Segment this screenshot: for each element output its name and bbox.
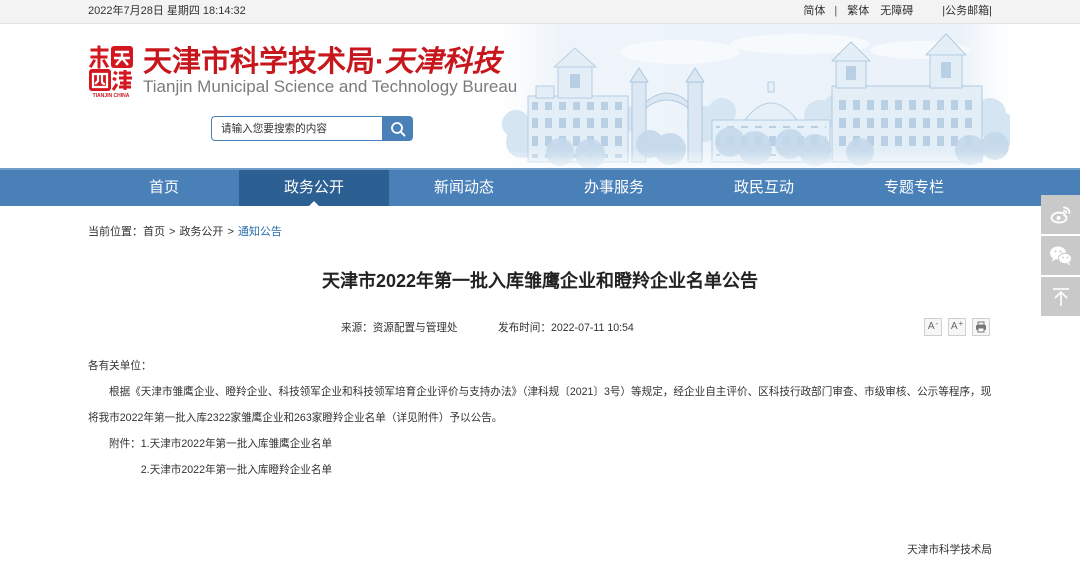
site-title-main: 天津市科学技术局 xyxy=(143,46,376,78)
font-larger-letter: A xyxy=(950,321,958,332)
site-logo[interactable]: TIANJIN CHINA xyxy=(88,45,134,99)
nav-item-interaction[interactable]: 政民互动 xyxy=(689,170,839,206)
search-button[interactable] xyxy=(382,116,413,141)
breadcrumb-separator: > xyxy=(227,226,234,238)
date-label: 发布时间： xyxy=(498,322,551,334)
breadcrumb-item-notices[interactable]: 通知公告 xyxy=(238,226,282,238)
main-nav: 首页 政务公开 新闻动态 办事服务 政民互动 专题专栏 xyxy=(0,168,1080,206)
font-larger-button[interactable]: A + xyxy=(948,318,966,336)
attachment-link[interactable]: 2.天津市2022年第一批入库瞪羚企业名单 xyxy=(141,457,332,483)
breadcrumb-prefix: 当前位置： xyxy=(88,226,143,238)
article-paragraph: 根据《天津市雏鹰企业、瞪羚企业、科技领军企业和科技领军培育企业评价与支持办法》（… xyxy=(88,386,992,424)
wechat-share-button[interactable] xyxy=(1041,236,1080,275)
breadcrumb: 当前位置：首页 > 政务公开 > 通知公告 xyxy=(88,224,992,240)
breadcrumb-item-gov-affairs[interactable]: 政务公开 xyxy=(179,226,223,238)
search-input[interactable] xyxy=(211,116,382,141)
font-smaller-button[interactable]: A- xyxy=(924,318,942,336)
breadcrumb-item-home[interactable]: 首页 xyxy=(143,226,165,238)
nav-item-services[interactable]: 办事服务 xyxy=(539,170,689,206)
article-source: 来源：资源配置与管理处 xyxy=(341,318,458,338)
logo-caption: TIANJIN CHINA xyxy=(92,93,130,99)
font-larger-sign: + xyxy=(958,319,964,328)
nav-item-news[interactable]: 新闻动态 xyxy=(389,170,539,206)
attachment-list: 附件： 1.天津市2022年第一批入库雏鹰企业名单 2.天津市2022年第一批入… xyxy=(88,431,992,483)
main-nav-list: 首页 政务公开 新闻动态 办事服务 政民互动 专题专栏 xyxy=(89,170,989,206)
attachment-items: 1.天津市2022年第一批入库雏鹰企业名单 2.天津市2022年第一批入库瞪羚企… xyxy=(141,431,332,483)
tianjin-emblem-icon xyxy=(88,45,133,91)
search-box xyxy=(211,116,413,141)
nav-item-home[interactable]: 首页 xyxy=(89,170,239,206)
nav-item-label: 政务公开 xyxy=(283,179,344,196)
nav-item-label: 新闻动态 xyxy=(433,179,494,196)
site-header: TIANJIN CHINA 天津市科学技术局·天津科技 Tianjin Muni… xyxy=(0,24,1080,168)
official-mail-link[interactable]: |公务邮箱| xyxy=(942,0,992,23)
site-title: 天津市科学技术局·天津科技 xyxy=(143,43,501,80)
current-datetime: 2022年7月28日 星期四 18:14:32 xyxy=(88,5,246,17)
article-greeting: 各有关单位： xyxy=(88,360,152,372)
back-to-top-button[interactable] xyxy=(1041,277,1080,316)
font-smaller-sign: - xyxy=(935,319,939,328)
breadcrumb-separator: > xyxy=(169,226,176,238)
article-meta: 来源：资源配置与管理处 发布时间：2022-07-11 10:54 A- A + xyxy=(88,318,992,338)
back-to-top-icon xyxy=(1052,287,1069,306)
campus-buildings-illustration xyxy=(500,24,1010,168)
article-date: 发布时间：2022-07-11 10:54 xyxy=(498,318,634,338)
article-title: 天津市2022年第一批入库雏鹰企业和瞪羚企业名单公告 xyxy=(321,271,759,291)
site-title-dot: · xyxy=(375,46,385,78)
article-body: 各有关单位： 根据《天津市雏鹰企业、瞪羚企业、科技领军企业和科技领军培育企业评价… xyxy=(88,353,992,483)
search-icon xyxy=(390,121,405,136)
nav-item-topics[interactable]: 专题专栏 xyxy=(839,170,989,206)
print-icon xyxy=(976,321,986,333)
source-value: 资源配置与管理处 xyxy=(372,322,458,334)
nav-item-label: 首页 xyxy=(148,179,179,196)
top-bar: 2022年7月28日 星期四 18:14:32 简体 | 繁体 无障碍 |公务邮… xyxy=(0,0,1080,24)
weibo-share-button[interactable] xyxy=(1041,195,1080,234)
nav-item-label: 政民互动 xyxy=(733,179,794,196)
site-title-brand: 天津科技 xyxy=(384,44,501,78)
accessibility-link[interactable]: 无障碍 xyxy=(880,0,913,23)
article-signature: 天津市科学技术局 xyxy=(907,544,992,556)
weibo-icon xyxy=(1050,206,1070,223)
source-label: 来源： xyxy=(341,322,373,334)
simplified-chinese-link[interactable]: 简体 xyxy=(803,0,825,23)
share-sidebar xyxy=(1041,195,1080,318)
font-smaller-letter: A xyxy=(927,321,935,332)
wechat-icon xyxy=(1049,246,1072,265)
date-value: 2022-07-11 10:54 xyxy=(550,322,634,334)
top-links-separator: | xyxy=(834,5,838,17)
attachment-label: 附件： xyxy=(109,438,141,450)
nav-item-gov-affairs[interactable]: 政务公开 xyxy=(239,170,389,206)
traditional-chinese-link[interactable]: 繁体 xyxy=(847,0,869,23)
article-tools: A- A + xyxy=(924,318,990,336)
nav-item-label: 办事服务 xyxy=(583,179,644,196)
nav-item-label: 专题专栏 xyxy=(883,179,944,196)
site-subtitle: Tianjin Municipal Science and Technology… xyxy=(143,77,518,96)
article-container: 当前位置：首页 > 政务公开 > 通知公告 天津市2022年第一批入库雏鹰企业和瞪羚企业… xyxy=(88,206,992,571)
top-links: 简体 | 繁体 无障碍 |公务邮箱| xyxy=(803,0,992,23)
print-button[interactable] xyxy=(972,318,990,336)
attachment-link[interactable]: 1.天津市2022年第一批入库雏鹰企业名单 xyxy=(141,431,332,457)
